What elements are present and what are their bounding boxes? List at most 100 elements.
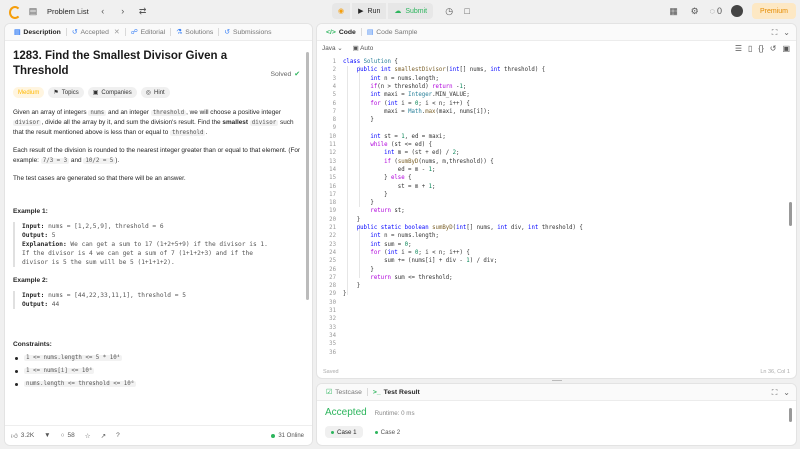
tab-accepted[interactable]: ↺ Accepted ✕ [67,24,125,41]
language-select[interactable]: Java ⌄ [322,44,343,52]
bookmark-icon[interactable]: ▯ [748,44,752,53]
problem-list-link[interactable]: Problem List [47,7,89,16]
debug-button[interactable]: ◉ [332,3,351,19]
constraint-item: 1 <= nums.length <= 5 * 10⁴ [13,355,304,361]
code-line[interactable]: 27 return sum <= threshold; [317,274,796,282]
code-line[interactable]: 20 } [317,216,796,224]
code-line[interactable]: 19 return st; [317,207,796,215]
code-line[interactable]: 3 int n = nums.length; [317,75,796,83]
code-line[interactable]: 13 if (sumByD(nums, m,threshold)) { [317,158,796,166]
code-line[interactable]: 31 [317,307,796,315]
share-button[interactable]: ↗ [101,432,106,440]
result-scrollbar[interactable] [789,408,792,422]
topics-chip[interactable]: ⚑ Topics [48,87,84,98]
code-line[interactable]: 35 [317,340,796,348]
code-line[interactable]: 14 ed = m - 1; [317,166,796,174]
code-text: } [343,291,347,298]
tab-code-sample[interactable]: ▤ Code Sample [362,24,423,41]
prev-problem-icon[interactable]: ‹ [97,5,109,17]
code-line[interactable]: 32 [317,315,796,323]
settings-icon[interactable]: ⚙ [689,5,701,17]
note-icon[interactable]: □ [459,3,475,19]
fullscreen-icon[interactable]: ⛶ [772,28,778,38]
shuffle-icon[interactable]: ⇄ [137,5,149,17]
braces-icon[interactable]: {} [758,44,763,53]
page-title[interactable]: 1283. Find the Smallest Divisor Given a … [13,49,253,79]
code-line[interactable]: 36 [317,349,796,357]
tab-test-result[interactable]: >_ Test Result [368,384,425,401]
problem-list-icon[interactable]: ▤ [27,5,39,17]
code-line[interactable]: 11 while (st <= ed) { [317,141,796,149]
case-1-button[interactable]: Case 1 [325,426,363,438]
code-editor[interactable]: 1 class Solution {2 public int smallestDi… [317,55,796,361]
alarm-icon[interactable]: ◷ [441,3,457,19]
code-line[interactable]: 1 class Solution { [317,58,796,66]
code-line[interactable]: 4 if(n > threshold) return -1; [317,83,796,91]
list-icon[interactable]: ☰ [735,44,742,53]
code-line[interactable]: 18 } [317,199,796,207]
fullscreen-icon[interactable]: ⛶ [772,388,778,398]
tab-editorial[interactable]: ☍ Editorial [126,24,170,41]
like-button[interactable]: 👍︎ 3.2K [11,432,34,440]
code-line[interactable]: 9 [317,124,796,132]
inline-code: threshold [150,110,187,116]
code-line[interactable]: 25 sum += (nums[i] + div - 1) / div; [317,257,796,265]
code-text: sum += (nums[i] + div - 1) / div; [343,258,498,265]
code-line[interactable]: 24 for (int i = 0; i < n; i++) { [317,249,796,257]
favorite-button[interactable]: ☆ [85,432,91,440]
avatar[interactable] [730,5,743,17]
code-line[interactable]: 21 public static boolean sumByD(int[] nu… [317,224,796,232]
code-line[interactable]: 30 [317,299,796,307]
reset-icon[interactable]: ↺ [770,44,777,53]
code-line[interactable]: 29} [317,290,796,298]
leetcode-logo[interactable] [8,5,21,19]
code-line[interactable]: 34 [317,332,796,340]
code-line[interactable]: 6 for (int i = 0; i < n; i++) { [317,100,796,108]
fire-icon[interactable]: ◌ 0 [710,5,722,17]
code-line[interactable]: 17 } [317,191,796,199]
next-problem-icon[interactable]: › [117,5,129,17]
collapse-icon[interactable]: ⌄ [783,388,790,397]
case-2-button[interactable]: Case 2 [369,426,407,438]
layout-icon[interactable]: ▦ [668,5,680,17]
comments-button[interactable]: ○ 58 [61,432,75,439]
help-button[interactable]: ? [116,432,120,439]
code-line[interactable]: 10 int st = 1, ed = maxi; [317,133,796,141]
code-line[interactable]: 2 public int smallestDivisor(int[] nums,… [317,66,796,74]
line-number: 3 [332,75,336,82]
collapse-icon[interactable]: ⌄ [783,28,790,37]
expand-icon[interactable]: ▣ [782,44,790,53]
code-line[interactable]: 7 maxi = Math.max(maxi, nums[i]); [317,108,796,116]
run-button[interactable]: ▶ Run [352,3,387,19]
constraint-text: 1 <= nums[i] <= 10⁶ [24,368,95,374]
tab-testcase[interactable]: ☑ Testcase [321,384,367,401]
code-line[interactable]: 8 } [317,116,796,124]
code-line[interactable]: 28 } [317,282,796,290]
autocomplete-toggle[interactable]: ▣ Auto [353,44,374,52]
description-scrollbar[interactable] [306,52,309,300]
code-line[interactable]: 5 int maxi = Integer.MIN_VALUE; [317,91,796,99]
tab-accepted-label: Accepted [80,28,109,36]
dislike-button[interactable]: ▼ [44,432,50,439]
tab-description[interactable]: ▤ Description [9,24,66,41]
tab-submissions[interactable]: ↺ Submissions [219,24,276,41]
hint-chip[interactable]: ◎ Hint [140,87,170,98]
play-icon: ▶ [358,8,364,15]
premium-button[interactable]: Premium [751,3,796,19]
code-line[interactable]: 23 int sum = 0; [317,241,796,249]
tab-code[interactable]: </> Code [321,24,361,41]
code-scrollbar[interactable] [789,202,792,226]
panel-resize-handle[interactable] [552,380,562,381]
code-line[interactable]: 12 int m = (st + ed) / 2; [317,149,796,157]
code-line[interactable]: 26 } [317,266,796,274]
close-icon[interactable]: ✕ [114,28,120,36]
code-line[interactable]: 15 } else { [317,174,796,182]
runtime-label: Runtime: 0 ms [374,410,415,417]
submit-button[interactable]: ☁ Submit [388,3,434,19]
tab-solutions[interactable]: ⚗ Solutions [171,24,218,41]
code-line[interactable]: 22 int n = nums.length; [317,232,796,240]
code-text: } [343,266,374,273]
companies-chip[interactable]: ▣ Companies [87,87,137,98]
code-line[interactable]: 33 [317,324,796,332]
code-line[interactable]: 16 st = m + 1; [317,183,796,191]
